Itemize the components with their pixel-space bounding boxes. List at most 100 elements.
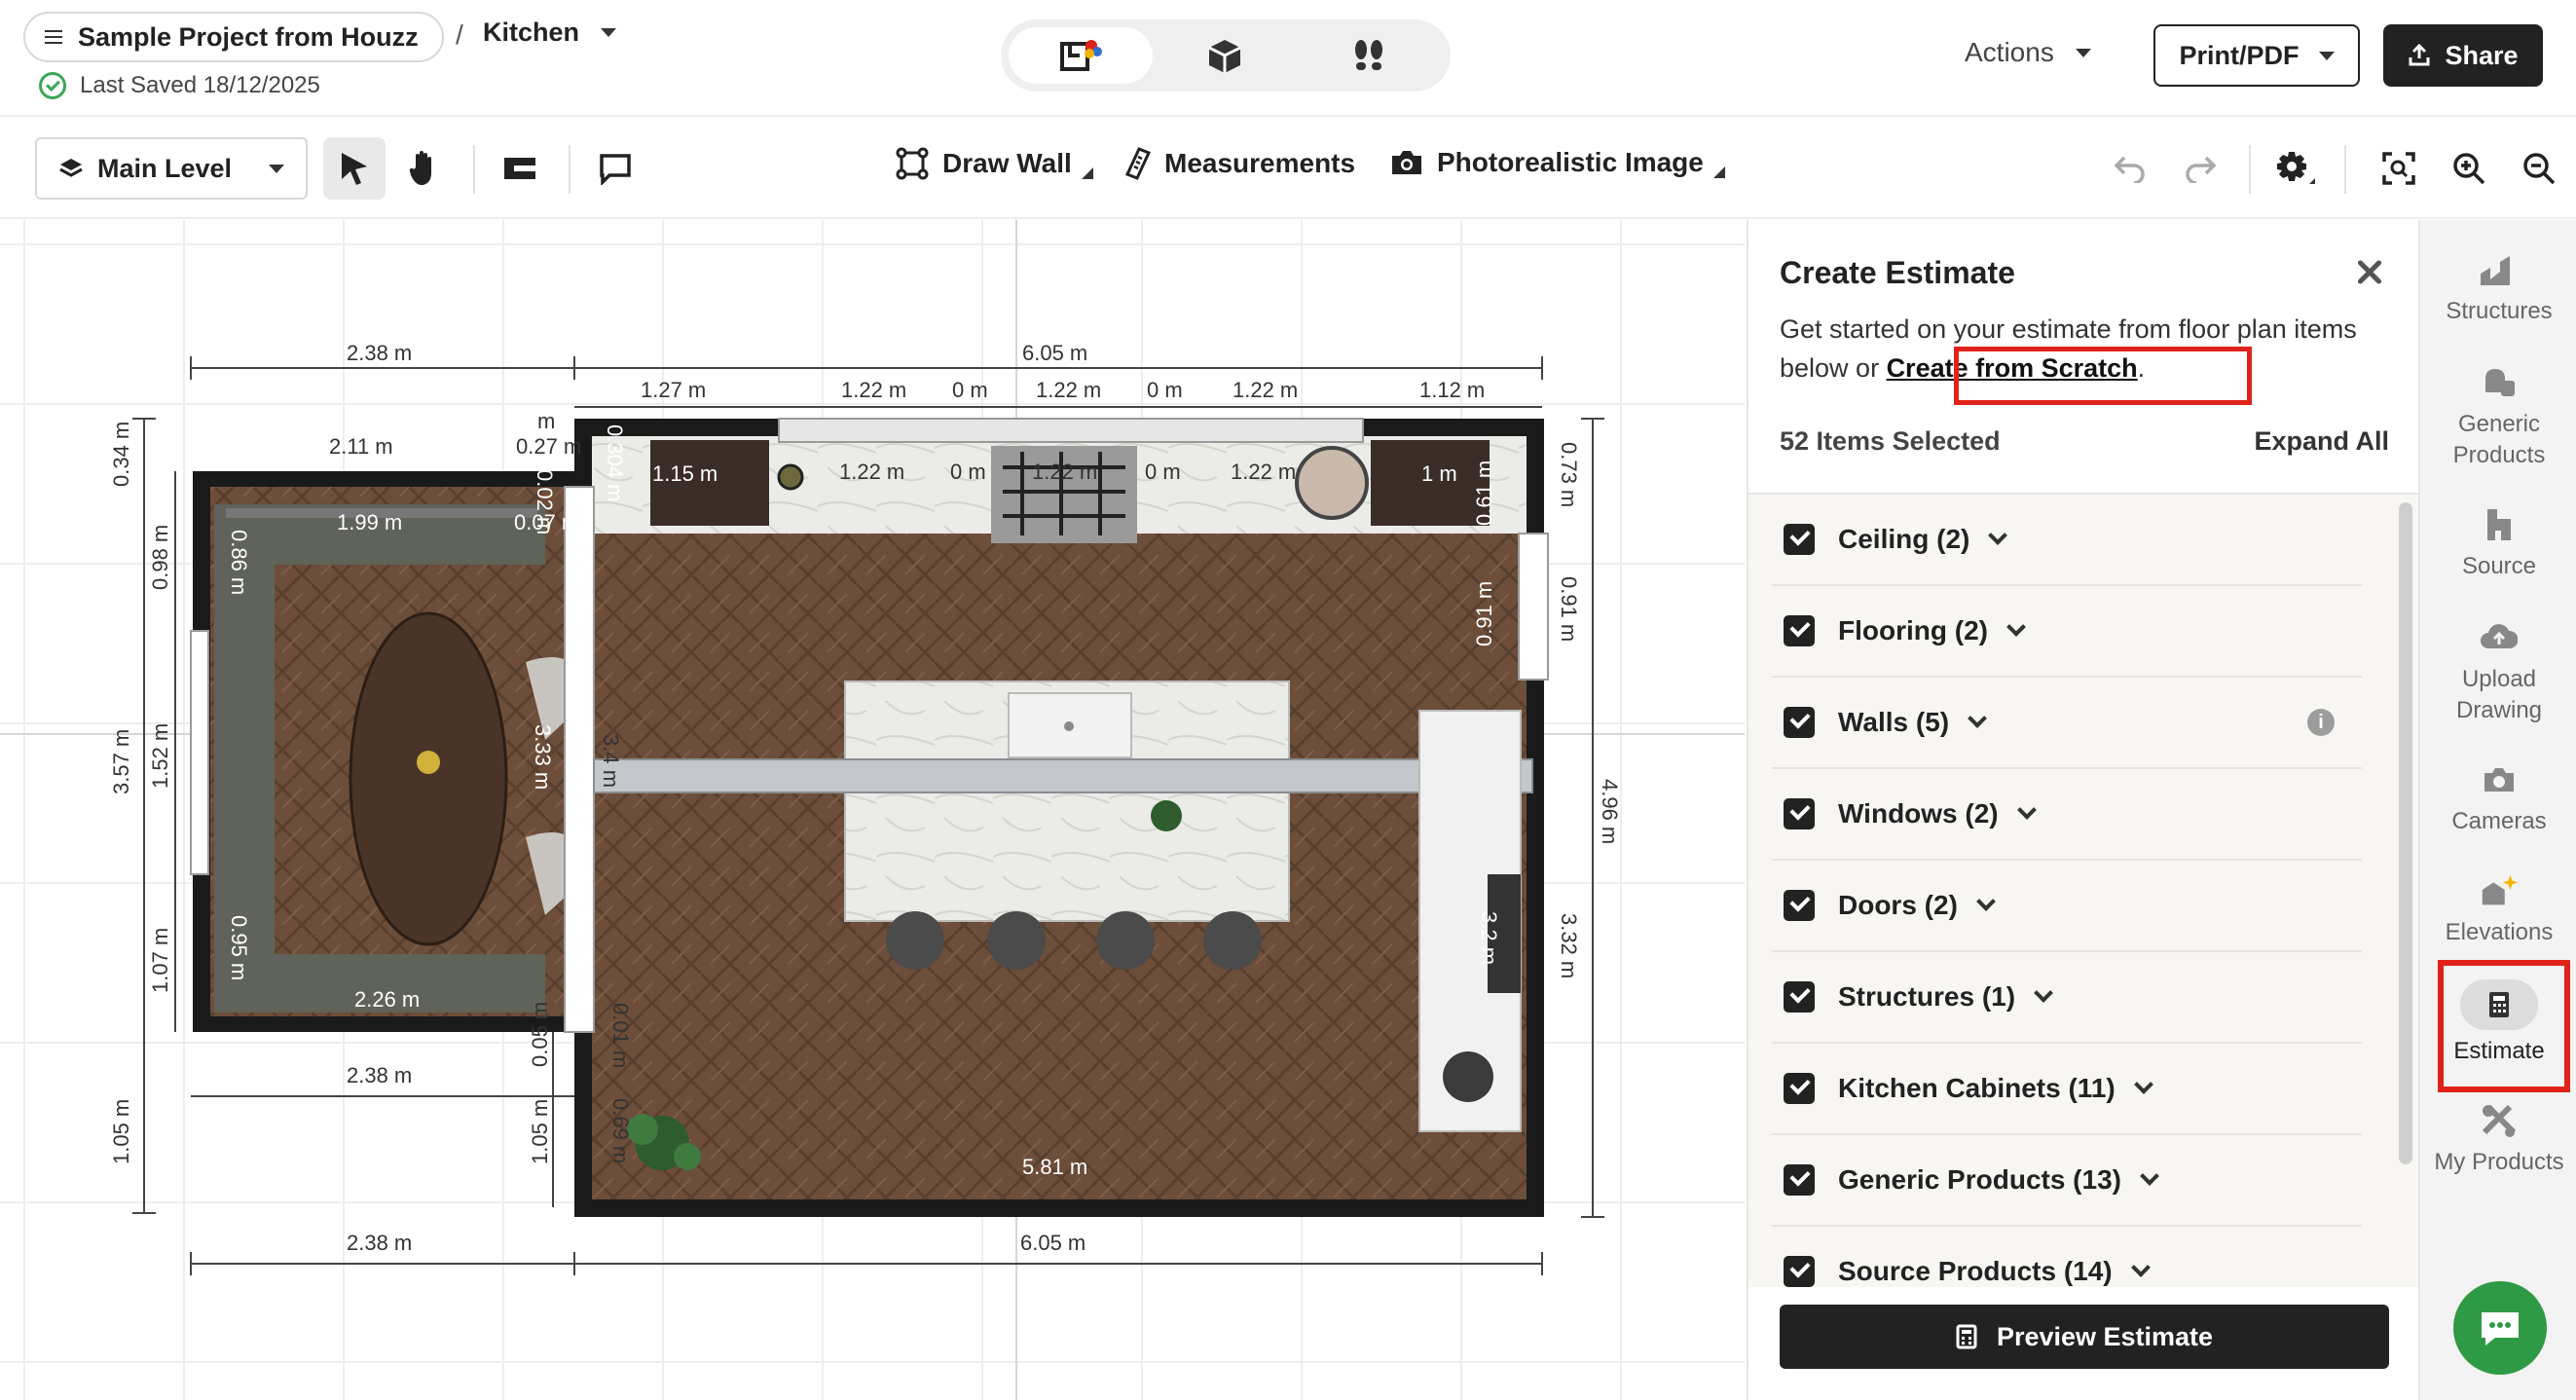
chevron-down-icon[interactable] <box>2016 800 2037 820</box>
dim-label: 1.07 m <box>148 928 172 993</box>
rail-label: Elevations <box>2445 919 2554 945</box>
preview-estimate-button[interactable]: Preview Estimate <box>1780 1305 2389 1369</box>
source-icon <box>2479 504 2520 545</box>
expand-all-button[interactable]: Expand All <box>2254 426 2389 457</box>
view-2d-button[interactable] <box>1009 27 1153 84</box>
chevron-down-icon[interactable] <box>2140 1166 2159 1186</box>
category-row-source-products[interactable]: Source Products (14) <box>1772 1227 2362 1287</box>
chevron-down-icon[interactable] <box>2034 983 2053 1003</box>
rail-label: My Products <box>2434 1149 2564 1175</box>
check-circle-icon <box>39 72 66 99</box>
zoom-in-button[interactable] <box>2438 137 2500 200</box>
rail-item-cameras[interactable]: Cameras <box>2420 759 2576 837</box>
view-3d-button[interactable] <box>1153 27 1297 84</box>
rail-item-generic-products[interactable]: Generic Products <box>2420 362 2576 471</box>
checkbox[interactable] <box>1784 1164 1815 1196</box>
print-pdf-button[interactable]: Print/PDF <box>2153 24 2360 87</box>
dim-label: 6.05 m <box>1022 341 1087 365</box>
zoom-out-button[interactable] <box>2508 137 2570 200</box>
undo-button[interactable] <box>2099 137 2161 200</box>
floor-plan: 2.38 m 6.05 m 1.27 m 1.22 m 0 m 1.22 m 0… <box>0 220 1745 1400</box>
kitchen-window <box>778 418 1364 443</box>
stool <box>1443 1051 1493 1102</box>
zoom-out-icon <box>2523 153 2556 185</box>
rail-label: Source <box>2461 553 2537 579</box>
category-row-walls[interactable]: Walls (5) i <box>1772 678 2362 769</box>
actions-menu[interactable]: Actions <box>1965 37 2091 68</box>
category-label: Doors (2) <box>1838 890 1958 920</box>
actions-label: Actions <box>1965 37 2054 67</box>
info-icon[interactable]: i <box>2307 709 2335 736</box>
project-menu-button[interactable]: Sample Project from Houzz <box>23 12 444 62</box>
category-row-generic-products[interactable]: Generic Products (13) <box>1772 1135 2362 1227</box>
dim-label: 5.81 m <box>1022 1155 1087 1179</box>
dim-label: 1.22 m <box>839 460 904 484</box>
share-button[interactable]: Share <box>2383 24 2543 87</box>
category-row-kitchen-cabinets[interactable]: Kitchen Cabinets (11) <box>1772 1044 2362 1135</box>
category-row-doors[interactable]: Doors (2) <box>1772 861 2362 952</box>
chevron-down-icon[interactable] <box>1976 892 1996 911</box>
checkbox[interactable] <box>1784 615 1815 646</box>
dim-label: 2.38 m <box>347 1063 412 1087</box>
dim-label: 1.05 m <box>528 1099 552 1164</box>
dim-label: 2.11 m <box>329 434 393 459</box>
category-row-flooring[interactable]: Flooring (2) <box>1772 586 2362 678</box>
category-row-windows[interactable]: Windows (2) <box>1772 769 2362 861</box>
rail-item-elevations[interactable]: Elevations <box>2420 870 2576 948</box>
pan-tool-button[interactable] <box>393 137 456 200</box>
top-header: Sample Project from Houzz / Kitchen Last… <box>0 0 2576 117</box>
hamburger-icon <box>45 30 62 44</box>
draw-wall-button[interactable]: Draw Wall <box>896 147 1093 180</box>
chevron-down-icon[interactable] <box>2133 1075 2153 1094</box>
walkthrough-icon <box>1355 40 1382 70</box>
comment-tool-button[interactable] <box>584 137 646 200</box>
checkbox[interactable] <box>1784 981 1815 1013</box>
dim-label: 0.95 m <box>227 915 251 980</box>
create-estimate-panel: Create Estimate Get started on your esti… <box>1747 220 2420 1400</box>
checkbox[interactable] <box>1784 1073 1815 1104</box>
camera-icon <box>2479 759 2520 800</box>
upload-icon <box>2479 617 2520 658</box>
rail-item-structures[interactable]: Structures <box>2420 249 2576 327</box>
3d-box-icon <box>1208 40 1241 73</box>
checkbox[interactable] <box>1784 1256 1815 1287</box>
my-products-icon <box>2479 1100 2520 1141</box>
rail-item-my-products[interactable]: My Products <box>2420 1100 2576 1178</box>
chevron-down-icon[interactable] <box>1988 526 2008 545</box>
close-icon[interactable] <box>2352 255 2387 290</box>
dim-label: 3.57 m <box>109 729 133 794</box>
wall-tool-button[interactable] <box>489 137 551 200</box>
view-walkthrough-button[interactable] <box>1297 27 1441 84</box>
select-tool-button[interactable] <box>323 137 386 200</box>
chevron-down-icon[interactable] <box>1968 709 1987 728</box>
scrollbar[interactable] <box>2399 502 2412 1164</box>
toolbar-divider <box>2249 145 2251 194</box>
redo-button[interactable] <box>2169 137 2231 200</box>
checkbox[interactable] <box>1784 524 1815 555</box>
dim-label: 0.02 m <box>533 469 557 534</box>
undo-icon <box>2114 156 2145 183</box>
fit-view-button[interactable] <box>2368 137 2430 200</box>
rail-item-upload-drawing[interactable]: Upload Drawing <box>2420 617 2576 726</box>
dim-label: 0.91 m <box>1472 581 1496 646</box>
photorealistic-image-button[interactable]: Photorealistic Image <box>1390 147 1725 178</box>
floor-plan-canvas[interactable]: 2.38 m 6.05 m 1.27 m 1.22 m 0 m 1.22 m 0… <box>0 220 1745 1400</box>
dim-label: 1.22 m <box>1233 378 1298 402</box>
rail-item-source[interactable]: Source <box>2420 504 2576 582</box>
checkbox[interactable] <box>1784 707 1815 738</box>
room-selector[interactable]: Kitchen <box>483 18 617 48</box>
level-selector[interactable]: Main Level <box>35 137 308 200</box>
chat-button[interactable] <box>2453 1281 2547 1375</box>
submenu-corner-icon <box>1081 167 1093 179</box>
checkbox[interactable] <box>1784 890 1815 921</box>
measurements-button[interactable]: Measurements <box>1125 147 1355 180</box>
draw-wall-icon <box>896 147 929 180</box>
category-row-structures[interactable]: Structures (1) <box>1772 952 2362 1044</box>
dim-label: 1.22 m <box>1036 378 1101 402</box>
dining-table <box>349 611 508 946</box>
chevron-down-icon[interactable] <box>2130 1258 2151 1277</box>
category-row-ceiling[interactable]: Ceiling (2) <box>1772 495 2362 586</box>
chevron-down-icon[interactable] <box>2006 617 2026 637</box>
checkbox[interactable] <box>1784 798 1815 829</box>
settings-button[interactable] <box>2264 137 2327 200</box>
